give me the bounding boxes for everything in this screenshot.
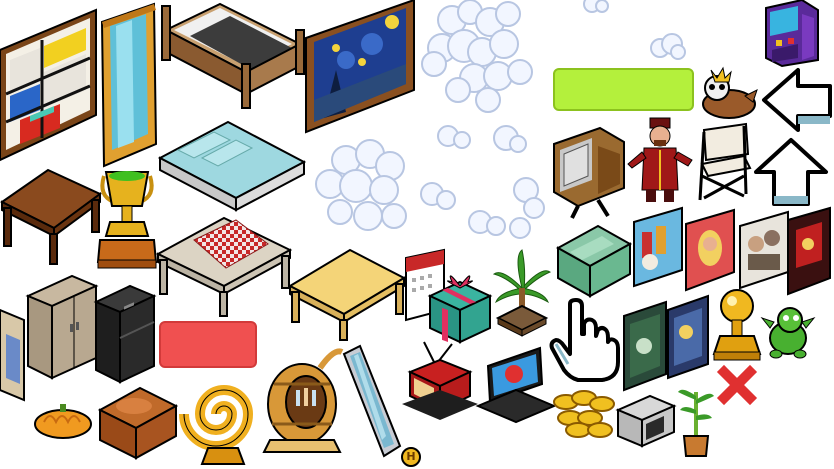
pumpkin-icon[interactable]	[30, 400, 96, 442]
gift-box-icon[interactable]	[426, 268, 494, 344]
directors-chair-icon[interactable]	[694, 122, 754, 202]
red-button[interactable]	[159, 321, 257, 368]
starry-night-painting-icon[interactable]	[305, 0, 416, 134]
red-x-icon[interactable]	[716, 364, 758, 406]
arrow-left-icon[interactable]	[760, 66, 832, 134]
green-dragon-icon[interactable]	[760, 300, 816, 362]
brown-armchair-icon[interactable]	[94, 380, 180, 460]
bamboo-plant-icon[interactable]	[676, 382, 716, 458]
hand-cursor-icon[interactable]	[548, 298, 624, 384]
poster-icon[interactable]	[666, 294, 712, 380]
habbo-coin-icon[interactable]: H	[400, 446, 422, 468]
checkered-table-icon[interactable]	[154, 214, 294, 318]
poster-icon[interactable]	[632, 206, 684, 290]
habbo-coin-letter: H	[406, 450, 416, 463]
cabinet-icon[interactable]	[25, 272, 99, 380]
cloud-icon[interactable]	[416, 177, 546, 248]
cloud-icon[interactable]	[648, 32, 688, 64]
green-button[interactable]	[553, 68, 694, 111]
arcade-machine-icon[interactable]	[762, 0, 822, 68]
poster-icon[interactable]	[738, 210, 792, 292]
arrow-up-icon[interactable]	[752, 136, 830, 208]
black-fridge-icon[interactable]	[93, 282, 157, 384]
gold-trophy-icon[interactable]	[94, 166, 160, 274]
cloud-icon[interactable]	[574, 0, 614, 20]
green-armchair-icon[interactable]	[550, 222, 634, 300]
flat-tv-icon[interactable]	[475, 344, 557, 424]
light-wood-table-icon[interactable]	[287, 246, 407, 342]
poster-icon[interactable]	[622, 300, 670, 392]
barrel-bar-icon[interactable]	[262, 344, 346, 456]
palm-plant-icon[interactable]	[492, 248, 552, 338]
dark-bed-icon[interactable]	[160, 0, 308, 112]
gold-coins-icon[interactable]	[550, 388, 618, 440]
host-avatar-icon[interactable]	[624, 114, 696, 204]
gold-swirl-icon[interactable]	[178, 364, 272, 468]
cloud-icon[interactable]	[306, 138, 416, 248]
microwave-icon[interactable]	[615, 394, 677, 448]
standing-mirror-icon[interactable]	[100, 2, 158, 168]
white-bed-icon[interactable]	[156, 110, 308, 214]
duck-pet-icon[interactable]	[695, 66, 761, 126]
cloud-icon[interactable]	[412, 0, 552, 160]
mondrian-painting-icon[interactable]	[0, 8, 100, 162]
wood-table-icon[interactable]	[0, 166, 104, 266]
poster-icon[interactable]	[786, 206, 832, 296]
poster-icon[interactable]	[684, 208, 738, 294]
gold-statue-icon[interactable]	[712, 288, 762, 364]
floor-mirror-icon[interactable]	[340, 344, 404, 458]
retro-tv-icon[interactable]	[548, 124, 628, 220]
red-tv-icon[interactable]	[400, 340, 480, 420]
